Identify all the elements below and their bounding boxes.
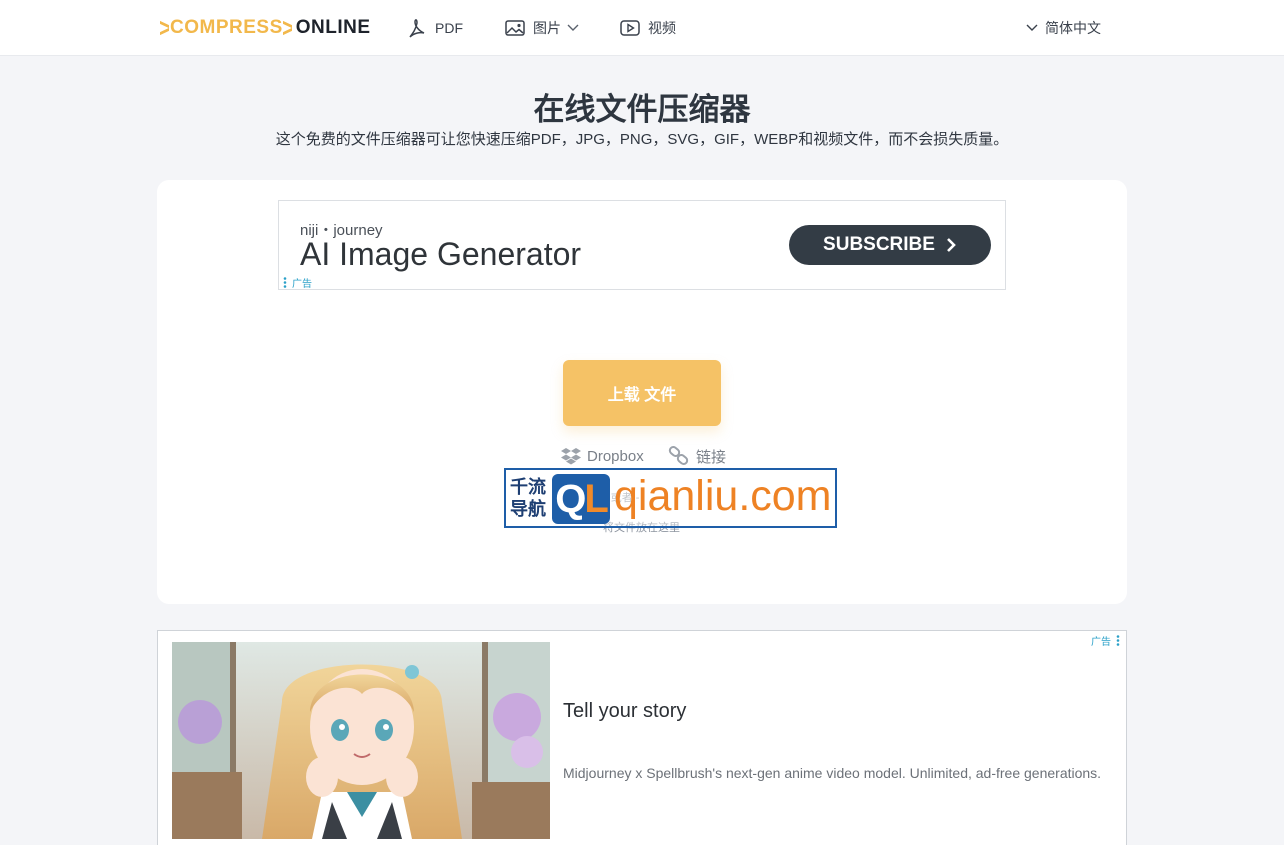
ad-label-text: 广告: [292, 279, 312, 290]
ad-label[interactable]: 广告: [283, 275, 312, 290]
nav-pdf-label: PDF: [435, 20, 463, 36]
page-subtitle: 这个免费的文件压缩器可让您快速压缩PDF，JPG，PNG，SVG，GIF，WEB…: [275, 131, 1009, 148]
dropbox-icon: [561, 448, 581, 465]
nav-video-label: 视频: [648, 20, 676, 36]
watermark-chinese-text: 千流 导航: [510, 477, 546, 519]
upload-files-button[interactable]: 上载 文件: [563, 360, 721, 426]
nav-images-label: 图片: [533, 20, 561, 36]
chevron-down-icon: [1026, 24, 1038, 31]
top-navigation-bar: COMPRESS ONLINE PDF 图片 视频 简体中文: [0, 0, 1284, 56]
subscribe-button[interactable]: SUBSCRIBE: [789, 225, 991, 265]
watermark-url: qianliu.com: [614, 472, 832, 520]
bottom-ad-banner[interactable]: 广告 Tell your story Midjourney x Spellbru…: [157, 630, 1127, 845]
logo-mark-icon: [160, 20, 169, 36]
language-label: 简体中文: [1045, 20, 1101, 36]
ad-title: Tell your story: [563, 700, 687, 722]
qianliu-watermark: 千流 导航 QL qianliu.com: [504, 468, 837, 528]
ad-headline: AI Image Generator: [300, 236, 582, 272]
link-icon: [668, 446, 689, 465]
subscribe-label: SUBSCRIBE: [823, 234, 935, 255]
ad-label-text: 广告: [1091, 637, 1111, 648]
more-vertical-icon: [1116, 635, 1120, 646]
upload-label: 上载 文件: [607, 387, 677, 404]
nav-images-dropdown[interactable]: 图片: [505, 16, 579, 40]
site-logo[interactable]: COMPRESS ONLINE: [160, 17, 371, 39]
pdf-icon: [409, 19, 425, 38]
ad-description: Midjourney x Spellbrush's next-gen anime…: [563, 765, 1102, 781]
logo-text-online: ONLINE: [295, 17, 371, 38]
chevron-right-icon: [947, 238, 956, 252]
chevron-down-icon: [567, 24, 579, 31]
video-play-icon: [620, 20, 640, 36]
url-source-button[interactable]: 链接: [668, 445, 726, 467]
dropbox-label: Dropbox: [587, 447, 644, 465]
link-label: 链接: [696, 448, 727, 466]
language-selector[interactable]: 简体中文: [1026, 16, 1101, 40]
ad-label[interactable]: 广告: [1091, 633, 1120, 648]
page-title: 在线文件压缩器: [533, 92, 751, 127]
watermark-ql-badge: QL: [552, 474, 610, 524]
anime-girl-ad-image[interactable]: [172, 642, 550, 839]
nav-pdf[interactable]: PDF: [407, 16, 463, 40]
nav-video[interactable]: 视频: [620, 16, 676, 40]
logo-text-compress: COMPRESS: [170, 17, 283, 38]
image-icon: [505, 20, 525, 36]
more-vertical-icon: [283, 277, 287, 288]
top-ad-banner[interactable]: niji・journey AI Image Generator SUBSCRIB…: [278, 200, 1006, 290]
dropbox-source-button[interactable]: Dropbox: [561, 445, 644, 467]
logo-mark-icon: [283, 20, 292, 36]
